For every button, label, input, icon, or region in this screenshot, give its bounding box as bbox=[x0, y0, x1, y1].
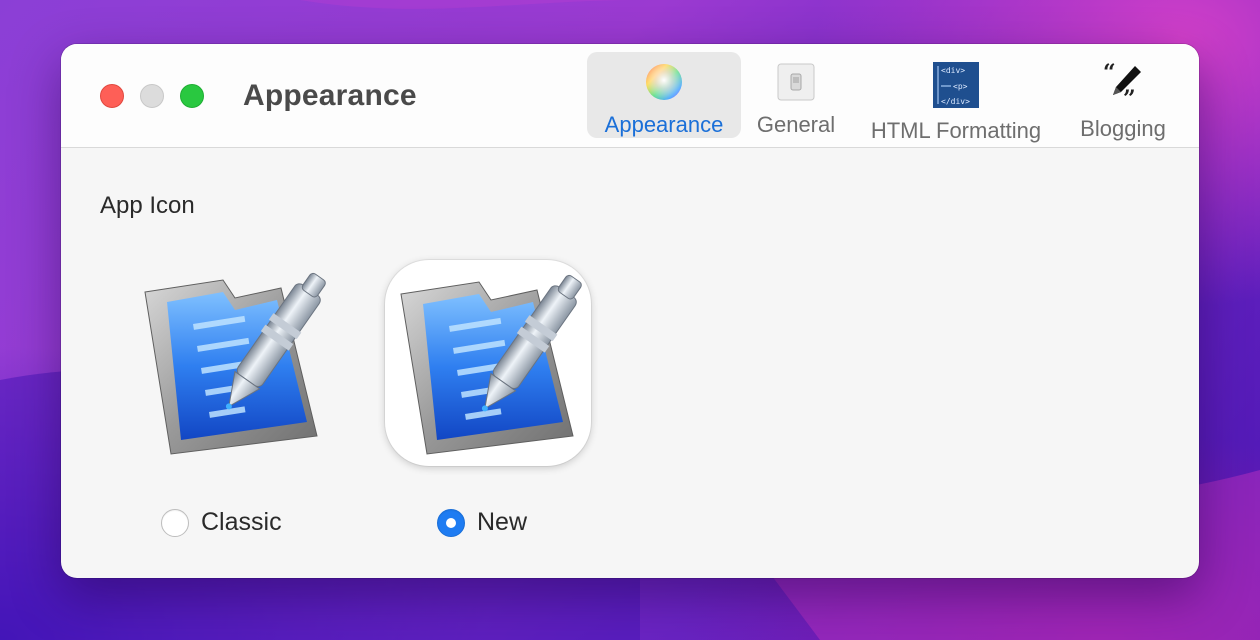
tab-general-label: General bbox=[756, 112, 836, 137]
new-option[interactable]: New bbox=[437, 508, 527, 537]
window-toolbar: Appearance Appearance General <div> <p> … bbox=[61, 44, 1199, 148]
tab-blogging[interactable]: “ ” Blogging bbox=[1071, 52, 1175, 141]
preferences-window: Appearance Appearance General <div> <p> … bbox=[61, 44, 1199, 578]
section-heading-app-icon: App Icon bbox=[100, 192, 195, 219]
html-icon-line-2: <p> bbox=[953, 82, 968, 91]
html-icon-line-3: </div> bbox=[941, 97, 970, 106]
zoom-window-button[interactable] bbox=[180, 84, 204, 108]
classic-radio-button[interactable] bbox=[161, 508, 189, 537]
new-radio-button[interactable] bbox=[437, 508, 465, 537]
close-window-button[interactable] bbox=[100, 84, 124, 108]
quote-pen-icon: “ ” bbox=[1100, 62, 1146, 106]
svg-text:“: “ bbox=[1103, 62, 1116, 86]
classic-radio-label[interactable]: Classic bbox=[201, 508, 282, 537]
tab-general[interactable]: General bbox=[751, 52, 841, 138]
svg-text:”: ” bbox=[1123, 86, 1136, 106]
html-icon-line-1: <div> bbox=[941, 66, 965, 75]
switch-icon bbox=[773, 62, 819, 102]
color-wheel-icon bbox=[641, 62, 687, 102]
tab-blogging-label: Blogging bbox=[1080, 116, 1166, 141]
tab-html-formatting-label: HTML Formatting bbox=[870, 118, 1042, 143]
tab-appearance[interactable]: Appearance bbox=[587, 52, 741, 138]
new-radio-label[interactable]: New bbox=[477, 508, 527, 537]
tab-appearance-label: Appearance bbox=[604, 112, 724, 137]
new-app-icon[interactable] bbox=[385, 260, 591, 466]
classic-app-icon[interactable] bbox=[131, 258, 337, 464]
window-title: Appearance bbox=[243, 79, 417, 112]
classic-option[interactable]: Classic bbox=[161, 508, 282, 537]
html-code-icon: <div> <p> </div> bbox=[933, 62, 979, 108]
tab-html-formatting[interactable]: <div> <p> </div> HTML Formatting bbox=[859, 52, 1053, 143]
minimize-window-button[interactable] bbox=[140, 84, 164, 108]
